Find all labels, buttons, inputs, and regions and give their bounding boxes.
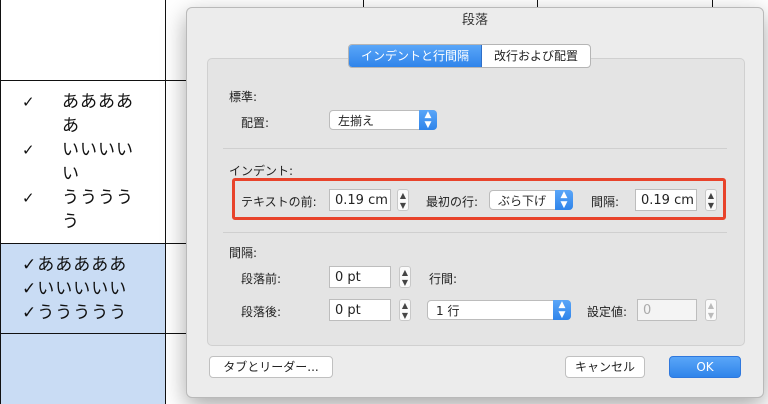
cancel-button[interactable]: キャンセル: [565, 356, 645, 378]
general-section-label: 標準:: [229, 90, 258, 104]
ok-button[interactable]: OK: [669, 356, 741, 378]
table-border: [0, 243, 190, 244]
tabs-leaders-button[interactable]: タブとリーダー...: [209, 356, 333, 378]
spacing-after-stepper[interactable]: ▲ ▼: [399, 299, 411, 321]
chevron-updown-icon: ▲ ▼: [553, 300, 571, 320]
spacing-before-field[interactable]: 0 pt: [329, 266, 391, 288]
chevron-updown-icon: ▲ ▼: [419, 110, 437, 130]
spacing-before-stepper[interactable]: ▲ ▼: [399, 266, 411, 288]
spacing-after-field[interactable]: 0 pt: [329, 299, 391, 321]
tab-line-page-breaks[interactable]: 改行および配置: [482, 45, 590, 67]
at-stepper[interactable]: ▲ ▼: [705, 299, 717, 321]
alignment-label: 配置:: [241, 116, 270, 130]
table-cell-selected: ✓あああああ ✓いいいいい ✓ううううう: [22, 255, 128, 323]
alignment-select[interactable]: 左揃え ▲ ▼: [329, 110, 437, 130]
line-spacing-label: 行間:: [429, 272, 458, 286]
table-border: [0, 0, 1, 404]
divider: [223, 232, 727, 233]
table-border: [0, 80, 190, 81]
at-label: 設定値:: [587, 305, 628, 319]
checkmark-icon: ✓: [22, 141, 36, 159]
spacing-before-label: 段落前:: [241, 272, 282, 286]
table-border: [0, 333, 190, 334]
table-cell: ✓ ああああ あ ✓ いいいい い ✓ うううう う: [22, 92, 134, 232]
paragraph-dialog: 段落 インデントと行間隔 改行および配置 標準: 配置: 左揃え ▲ ▼ インデン…: [186, 7, 764, 398]
table-border: [165, 0, 166, 404]
divider: [223, 148, 727, 149]
indentation-section-label: インデント:: [229, 164, 294, 178]
at-field[interactable]: 0: [637, 299, 697, 321]
dialog-title: 段落: [461, 13, 488, 28]
tab-indent-spacing[interactable]: インデントと行間隔: [349, 45, 483, 67]
tab-bar: インデントと行間隔 改行および配置: [348, 44, 592, 68]
spacing-section-label: 間隔:: [229, 246, 258, 260]
checkmark-icon: ✓: [22, 93, 36, 111]
checkmark-icon: ✓: [22, 189, 36, 207]
annotation-highlight: [232, 178, 726, 220]
spacing-after-label: 段落後:: [241, 305, 282, 319]
line-spacing-select[interactable]: 1 行 ▲ ▼: [427, 300, 571, 320]
